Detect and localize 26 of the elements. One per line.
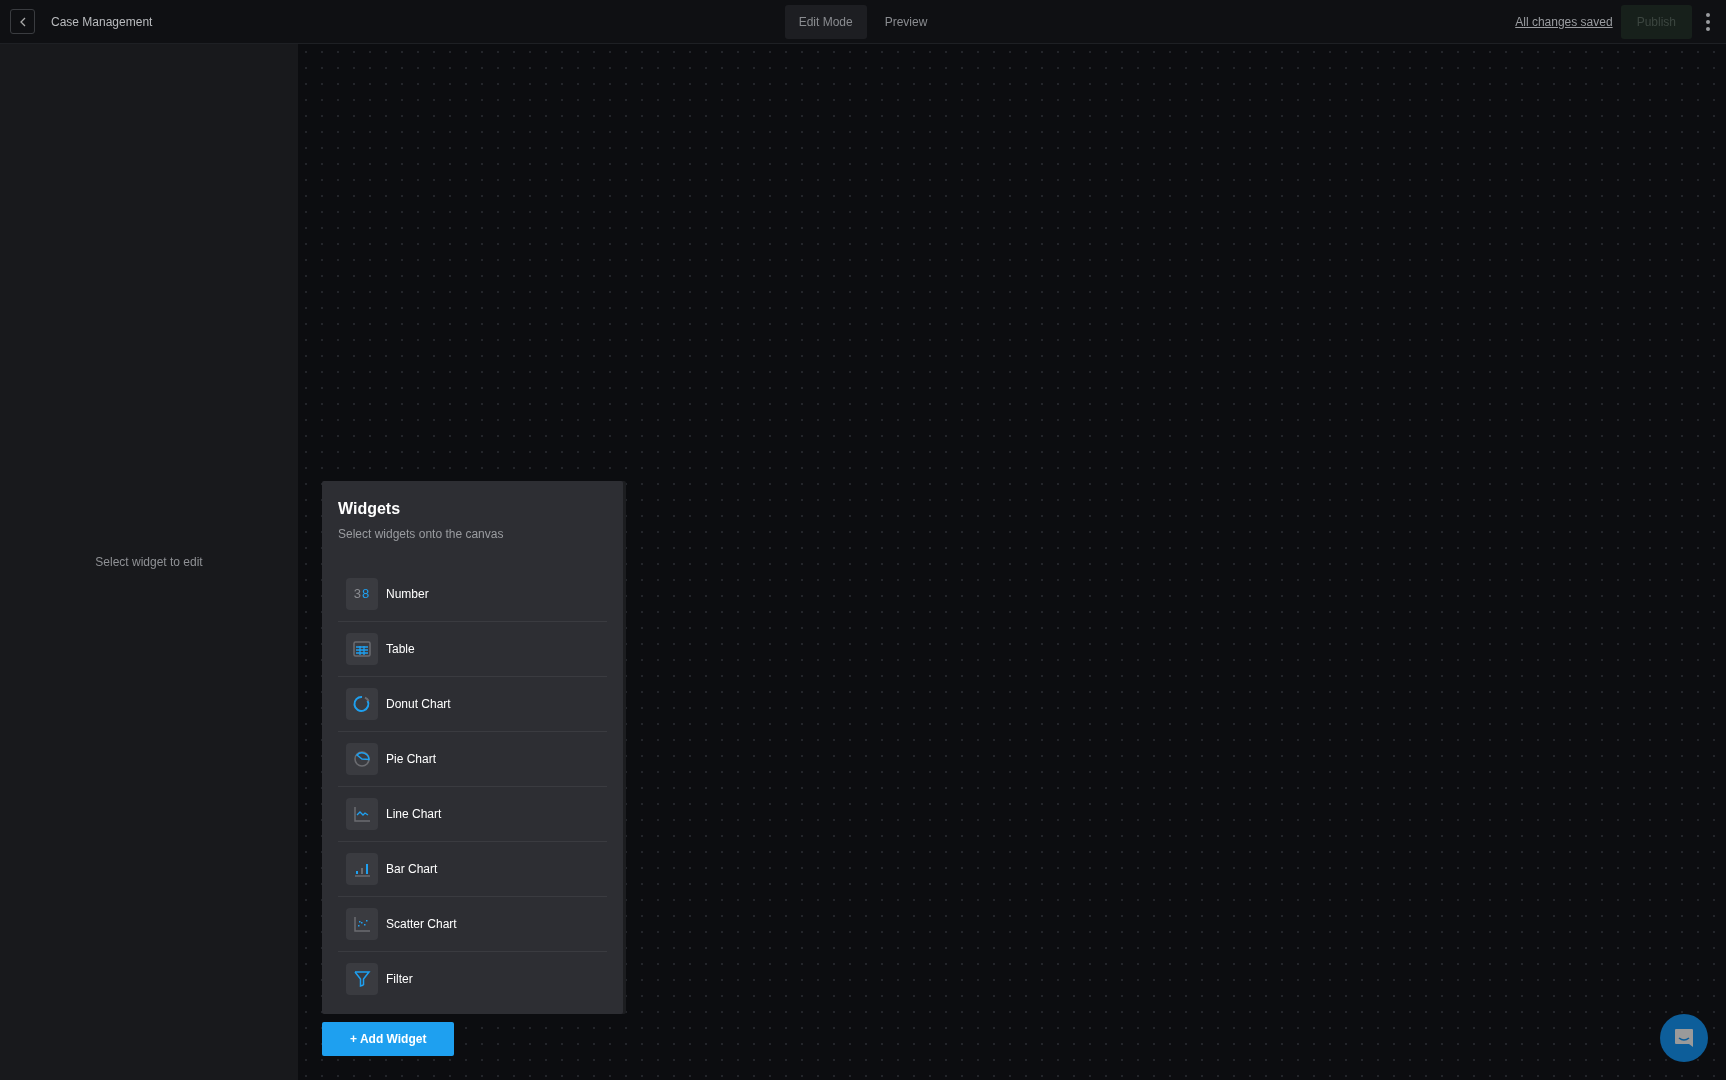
empty-message: Select widget to edit xyxy=(95,554,203,571)
widget-item[interactable]: Line Chart xyxy=(338,787,607,842)
pie-chart-icon xyxy=(352,749,372,769)
widget-item[interactable]: Bar Chart xyxy=(338,842,607,897)
donut-chart-icon xyxy=(352,694,372,714)
widget-item[interactable]: Table xyxy=(338,622,607,677)
widget-item[interactable]: Filter xyxy=(338,952,607,1006)
page-title: Case Management xyxy=(51,13,153,31)
widget-item[interactable]: Pie Chart xyxy=(338,732,607,787)
panel-subtitle: Select widgets onto the canvas xyxy=(338,526,505,543)
back-button[interactable] xyxy=(10,9,35,34)
widget-item[interactable]: 38 Number xyxy=(338,567,607,622)
scatter-chart-icon xyxy=(352,914,372,934)
panel-title: Widgets xyxy=(338,499,402,519)
chevron-left-icon xyxy=(18,16,27,27)
chat-button[interactable] xyxy=(1660,1014,1708,1062)
widget-item[interactable]: Scatter Chart xyxy=(338,897,607,952)
line-chart-icon xyxy=(352,804,372,824)
filter-icon xyxy=(352,969,372,989)
number-icon: 38 xyxy=(353,584,371,604)
widget-item[interactable]: Donut Chart xyxy=(338,677,607,732)
mode-tab[interactable]: Preview xyxy=(870,4,942,39)
chat-icon xyxy=(1673,1027,1695,1049)
save-status-link[interactable]: All changes saved xyxy=(1515,12,1613,31)
mode-tab[interactable]: Edit Mode xyxy=(784,4,867,39)
table-icon xyxy=(352,639,372,659)
